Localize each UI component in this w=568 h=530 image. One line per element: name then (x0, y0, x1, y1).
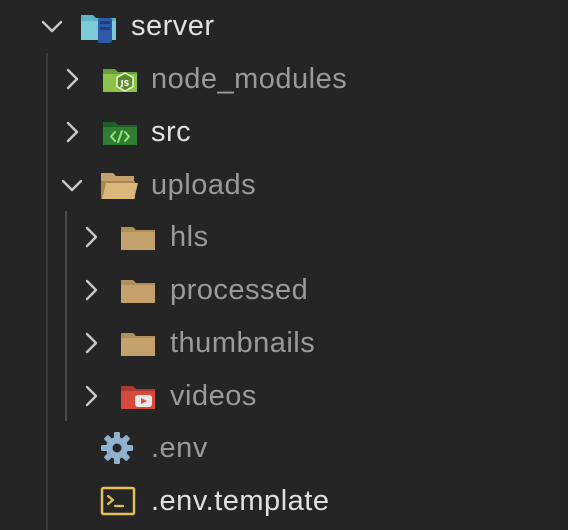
tree-item-label: .env (151, 432, 208, 464)
tree-item-env-template[interactable]: .env.template (0, 475, 568, 528)
chevron-right-icon[interactable] (77, 276, 105, 304)
folder-icon (121, 227, 155, 250)
folder-icon (121, 280, 155, 303)
svg-text:JS: JS (120, 79, 130, 88)
tree-item-label: hls (170, 221, 209, 253)
tree-item-label: videos (170, 380, 257, 412)
tree-item-label: src (151, 116, 192, 148)
tree-item-node-modules[interactable]: JS node_modules (0, 53, 568, 106)
tree-item-uploads[interactable]: uploads (0, 159, 568, 212)
chevron-right-icon[interactable] (58, 65, 86, 93)
tree-item-label: uploads (151, 169, 257, 201)
tree-item-label: node_modules (151, 63, 348, 95)
tree-item-label: server (131, 10, 215, 42)
terminal-file-icon (100, 486, 136, 516)
nodejs-folder-icon: JS (103, 69, 137, 92)
tree-item-thumbnails[interactable]: thumbnails (0, 317, 568, 370)
tree-item-src[interactable]: src (0, 106, 568, 159)
chevron-down-icon[interactable] (58, 171, 86, 199)
chevron-right-icon[interactable] (77, 382, 105, 410)
chevron-down-icon[interactable] (38, 12, 66, 40)
chevron-right-icon[interactable] (77, 223, 105, 251)
tree-item-hls[interactable]: hls (0, 211, 568, 264)
server-folder-icon (81, 15, 116, 43)
folder-icon (121, 333, 155, 356)
tree-item-processed[interactable]: processed (0, 264, 568, 317)
tree-item-env[interactable]: .env (0, 422, 568, 475)
chevron-right-icon[interactable] (77, 329, 105, 357)
tree-item-label: .env.template (151, 485, 330, 517)
video-folder-icon (121, 386, 155, 409)
file-explorer-tree: server JS node_modules src uploads hls p… (0, 0, 568, 530)
chevron-right-icon[interactable] (58, 118, 86, 146)
tree-item-videos[interactable]: videos (0, 370, 568, 423)
tree-item-server[interactable]: server (0, 0, 568, 53)
tree-item-label: processed (170, 274, 309, 306)
open-folder-icon (101, 173, 138, 199)
gear-icon (101, 432, 133, 464)
source-code-folder-icon (103, 122, 137, 145)
tree-item-label: thumbnails (170, 327, 316, 359)
